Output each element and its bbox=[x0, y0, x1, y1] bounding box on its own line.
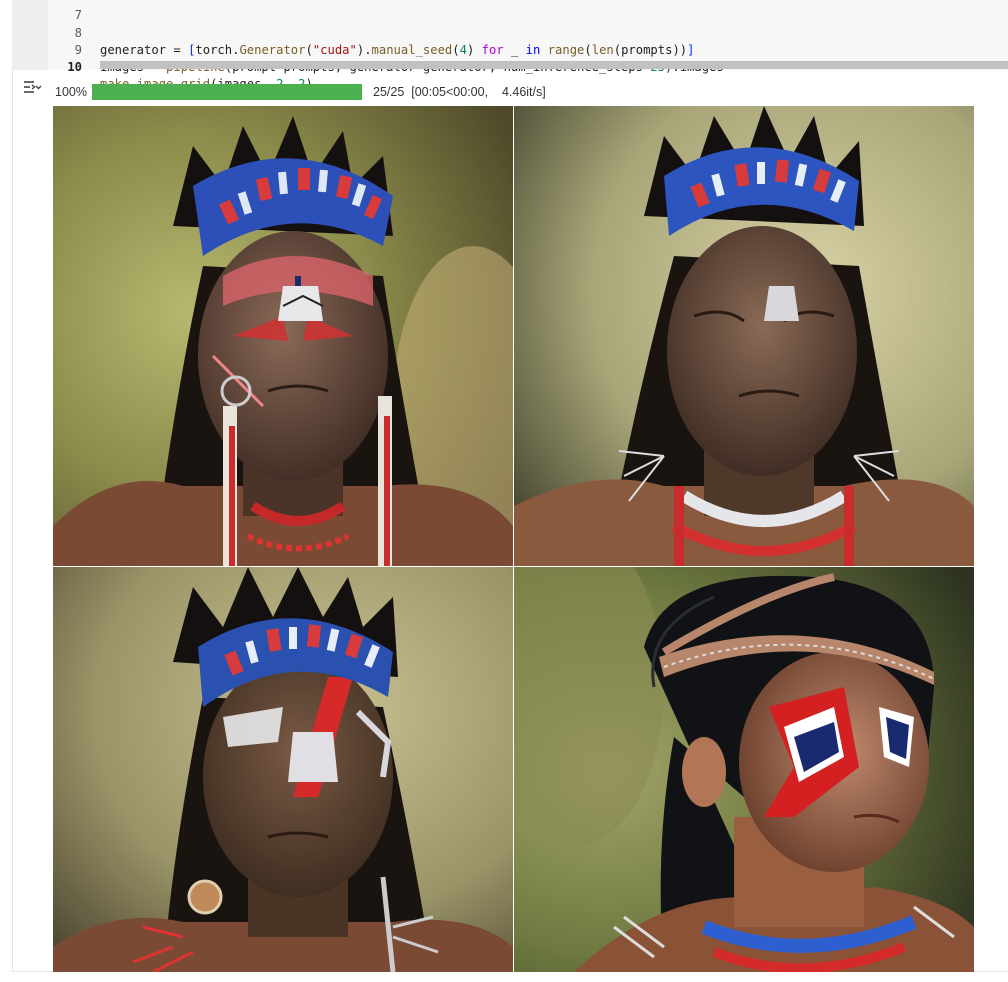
code-line-7[interactable]: 7 bbox=[12, 0, 82, 22]
line-number: 8 bbox=[74, 26, 82, 40]
code-cell[interactable]: 7 8 generator = [torch.Generator("cuda")… bbox=[12, 0, 1008, 91]
progress-bar bbox=[92, 84, 362, 100]
code-line-9[interactable]: 9 images = pipeline(prompt=prompts, gene… bbox=[12, 25, 724, 74]
output-toggle-icon[interactable] bbox=[22, 78, 42, 96]
grid-image-4 bbox=[514, 567, 974, 972]
grid-image-1 bbox=[53, 106, 513, 566]
progress-time: [00:05<00:00, bbox=[411, 85, 489, 99]
grid-image-3 bbox=[53, 567, 513, 972]
line-number: 9 bbox=[74, 43, 82, 57]
progress-stats: 25/25 [00:05<00:00, 4.46it/s] bbox=[373, 83, 546, 101]
progress-bar-fill bbox=[92, 84, 362, 100]
image-grid bbox=[53, 106, 974, 972]
progress-percent: 100% bbox=[55, 85, 87, 99]
grid-image-2 bbox=[514, 106, 974, 566]
progress-rate: 4.46it/s] bbox=[501, 85, 546, 99]
progress-count: 25/25 bbox=[373, 85, 405, 99]
code-line-8[interactable]: 8 generator = [torch.Generator("cuda").m… bbox=[12, 8, 695, 57]
code-text[interactable]: generator = [torch.Generator("cuda").man… bbox=[100, 42, 694, 59]
line-number: 7 bbox=[74, 8, 82, 22]
horizontal-scrollbar[interactable] bbox=[100, 61, 1008, 69]
code-line-10[interactable]: 10 make_image_grid(images, 2, 2) bbox=[12, 42, 313, 91]
